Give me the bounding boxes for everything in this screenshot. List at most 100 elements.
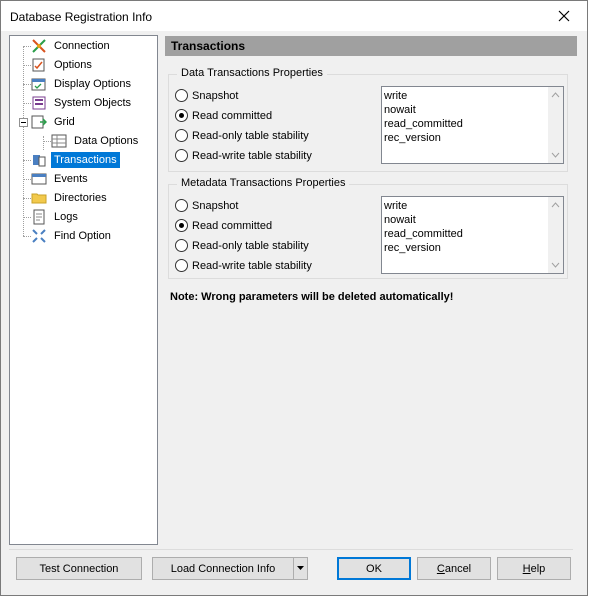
tree-line (23, 46, 31, 47)
data-params-list[interactable]: write nowait read_committed rec_version (381, 86, 564, 164)
folder-icon (31, 193, 47, 204)
param-line: read_committed (384, 118, 463, 130)
tree-item-label: System Objects (54, 97, 132, 109)
test-connection-button[interactable]: Test Connection (16, 557, 142, 580)
tree-line (43, 141, 51, 142)
tree-item-system-objects[interactable]: System Objects (31, 94, 134, 112)
tree-item-label: Logs (54, 211, 78, 223)
radio-label: Snapshot (192, 199, 239, 212)
tree-line (23, 198, 31, 199)
meta-radio-read-committed[interactable]: Read committed (175, 219, 272, 232)
scrollbar[interactable] (548, 87, 563, 163)
radio-circle (175, 129, 188, 142)
tree-line (23, 46, 24, 236)
tree-item-directories[interactable]: Directories (31, 189, 110, 207)
radio-label: Read committed (192, 219, 273, 232)
tree-item-label: Find Option (54, 230, 111, 242)
data-radio-snapshot[interactable]: Snapshot (175, 89, 238, 102)
radio-circle (175, 199, 188, 212)
load-connection-info-button[interactable]: Load Connection Info (152, 557, 294, 580)
button-label: OK (366, 562, 382, 575)
system-objects-icon (32, 96, 46, 110)
tree-line (23, 103, 31, 104)
tree-item-options[interactable]: Options (31, 56, 95, 74)
tree-line (23, 84, 31, 85)
meta-radio-read-write-stability[interactable]: Read-write table stability (175, 259, 312, 272)
metadata-transactions-group: Metadata Transactions Properties Snapsho… (168, 177, 568, 279)
footer-divider (9, 549, 573, 550)
tree-line (23, 65, 31, 66)
button-label: ancel (444, 562, 472, 575)
transactions-icon (33, 155, 46, 167)
options-icon (32, 58, 45, 72)
meta-radio-snapshot[interactable]: Snapshot (175, 199, 238, 212)
grid-icon (31, 115, 47, 129)
tree-item-connection[interactable]: Connection (31, 37, 113, 55)
radio-label: Read-only table stability (192, 129, 309, 142)
radio-label: Snapshot (192, 89, 239, 102)
tree-line (43, 136, 44, 150)
button-label: elp (530, 562, 546, 575)
param-line: rec_version (384, 132, 441, 144)
param-line: rec_version (384, 242, 441, 254)
tree-item-grid[interactable]: Grid (31, 113, 78, 131)
chevron-down-icon (297, 566, 304, 570)
close-button[interactable] (541, 1, 587, 31)
window-title: Database Registration Info (10, 10, 153, 24)
tree-item-label: Events (54, 173, 88, 185)
metadata-params-list[interactable]: write nowait read_committed rec_version (381, 196, 564, 274)
tree-item-events[interactable]: Events (31, 170, 91, 188)
button-label: Load Connection Info (170, 562, 276, 575)
scroll-up-icon (551, 202, 560, 208)
load-connection-dropdown-button[interactable] (293, 557, 308, 580)
tree-line (23, 179, 31, 180)
tree-line (23, 236, 31, 237)
tree-item-label: Directories (54, 192, 107, 204)
tree-item-label: Data Options (74, 135, 139, 147)
param-line: read_committed (384, 228, 463, 240)
data-radio-read-only-stability[interactable]: Read-only table stability (175, 129, 309, 142)
connection-icon (32, 39, 46, 53)
param-line: nowait (384, 104, 416, 116)
tree-item-logs[interactable]: Logs (31, 208, 81, 226)
title-bar: Database Registration Info (1, 1, 587, 31)
cancel-button[interactable]: Cancel (417, 557, 491, 580)
scroll-up-icon (551, 92, 560, 98)
section-header: Transactions (165, 36, 577, 56)
radio-label: Read-write table stability (192, 259, 312, 272)
group-title: Metadata Transactions Properties (177, 177, 350, 189)
options-tree[interactable]: Connection Options Display Options Syste… (9, 35, 158, 545)
scrollbar[interactable] (548, 197, 563, 273)
data-options-icon (51, 134, 67, 148)
param-line: nowait (384, 214, 416, 226)
tree-item-label: Grid (54, 116, 75, 128)
radio-circle (175, 239, 188, 252)
meta-radio-read-only-stability[interactable]: Read-only table stability (175, 239, 309, 252)
button-label: Test Connection (39, 562, 119, 575)
dialog-window: Database Registration Info Connection Op… (0, 0, 588, 596)
scroll-down-icon (551, 152, 560, 158)
grid-collapse-toggle[interactable] (19, 118, 28, 127)
section-title: Transactions (171, 39, 246, 53)
radio-circle (175, 89, 188, 102)
radio-label: Read-only table stability (192, 239, 309, 252)
radio-circle (175, 219, 188, 232)
tree-line (23, 160, 31, 161)
help-button[interactable]: Help (497, 557, 571, 580)
tree-item-data-options[interactable]: Data Options (51, 132, 141, 150)
ok-button[interactable]: OK (337, 557, 411, 580)
help-accelerator: H (522, 562, 531, 575)
data-radio-read-write-stability[interactable]: Read-write table stability (175, 149, 312, 162)
display-options-icon (31, 78, 46, 91)
tree-item-label: Transactions (51, 152, 120, 168)
tree-line (23, 217, 31, 218)
radio-label: Read committed (192, 109, 273, 122)
data-transactions-group: Data Transactions Properties Snapshot Re… (168, 67, 568, 172)
tree-item-display-options[interactable]: Display Options (31, 75, 134, 93)
tree-item-find-option[interactable]: Find Option (31, 227, 114, 245)
group-title: Data Transactions Properties (177, 67, 327, 79)
param-line: write (384, 200, 408, 212)
tree-item-transactions[interactable]: Transactions (31, 151, 120, 169)
find-option-icon (32, 229, 46, 243)
data-radio-read-committed[interactable]: Read committed (175, 109, 272, 122)
